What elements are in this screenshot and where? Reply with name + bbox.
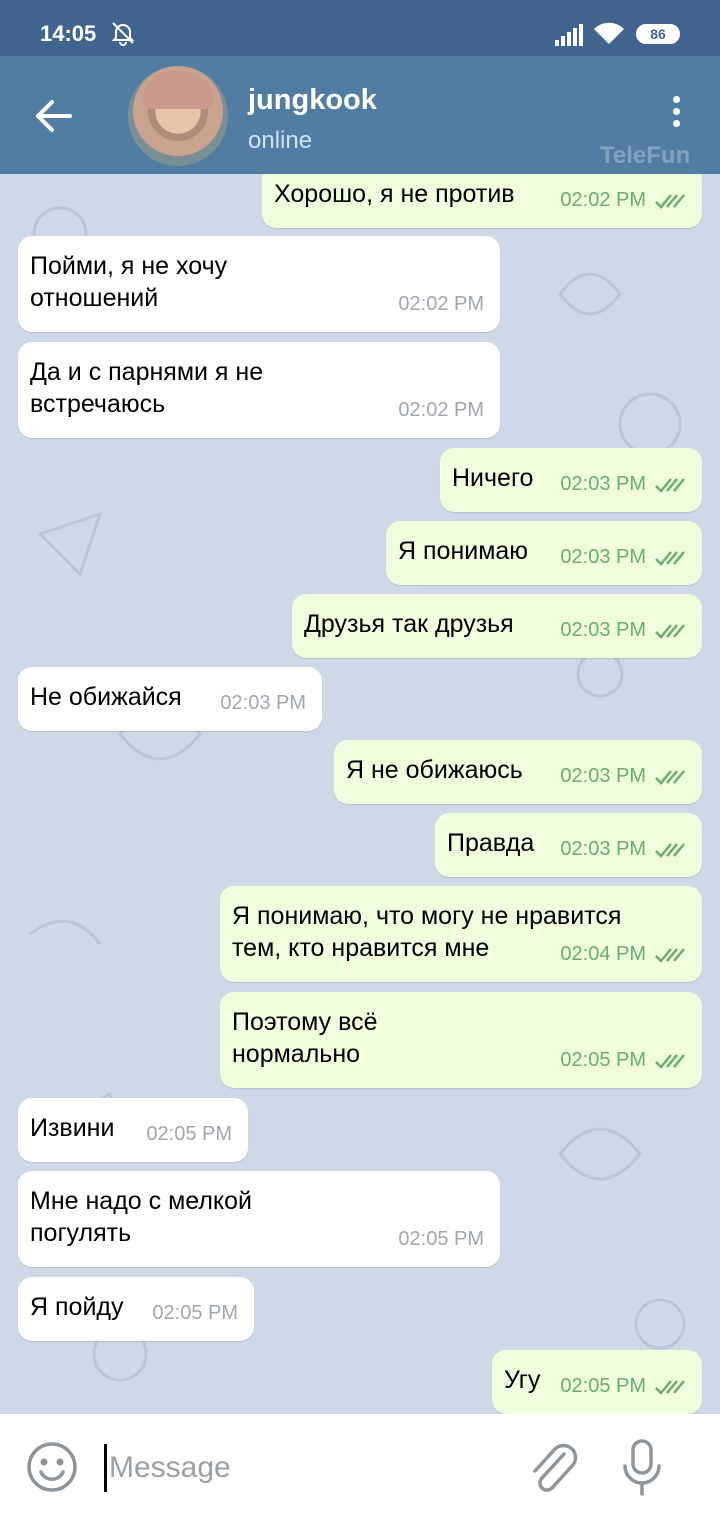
message-time: 02:03 PM xyxy=(560,765,646,787)
message-text: Угу xyxy=(504,1366,541,1394)
outgoing-message[interactable]: Я понимаю 02:03 PM xyxy=(386,521,702,585)
message-time: 02:02 PM xyxy=(398,293,484,315)
message-text: Не обижайся xyxy=(30,683,182,711)
bell-off-icon xyxy=(111,22,135,46)
double-check-icon xyxy=(655,478,685,493)
message-text: Я пойду xyxy=(30,1293,124,1321)
back-button[interactable] xyxy=(30,96,76,136)
message-text: Поэтому всё нормально xyxy=(232,1008,378,1068)
double-check-icon xyxy=(655,843,685,858)
battery-indicator: 86 xyxy=(636,24,680,44)
message-text: Ничего xyxy=(452,464,534,492)
message-list[interactable]: Хорошо, я не против 02:02 PM Пойми, я не х… xyxy=(0,174,720,1414)
online-status: online xyxy=(248,127,313,154)
outgoing-message[interactable]: Поэтому всё нормально 02:05 PM xyxy=(220,992,702,1088)
double-check-icon xyxy=(655,624,685,639)
more-vertical-icon xyxy=(672,96,680,103)
message-text: Хорошо, я не против xyxy=(274,180,515,208)
message-time: 02:03 PM xyxy=(560,619,646,641)
message-text: Да и с парнями я не встречаюсь xyxy=(30,358,264,418)
message-text: Друзья так друзья xyxy=(304,610,514,638)
message-text: Правда xyxy=(447,829,535,857)
status-bar: 14:05 86 xyxy=(0,0,720,56)
microphone-button[interactable] xyxy=(618,1438,666,1498)
message-time: 02:03 PM xyxy=(560,546,646,568)
wifi-icon xyxy=(594,22,624,44)
message-text: Пойми, я не хочу отношений xyxy=(30,252,228,312)
outgoing-message[interactable]: Правда 02:03 PM xyxy=(435,813,702,877)
message-text: Извини xyxy=(30,1114,115,1142)
message-input[interactable] xyxy=(104,1444,511,1492)
outgoing-message[interactable]: Друзья так друзья 02:03 PM xyxy=(292,594,702,658)
message-time: 02:05 PM xyxy=(152,1302,238,1324)
outgoing-message[interactable]: Угу 02:05 PM xyxy=(492,1350,702,1414)
outgoing-message[interactable]: Я не обижаюсь 02:03 PM xyxy=(334,740,702,804)
outgoing-message[interactable]: Ничего 02:03 PM xyxy=(440,448,702,512)
double-check-icon xyxy=(655,1380,685,1395)
message-time: 02:03 PM xyxy=(560,473,646,495)
status-time: 14:05 xyxy=(40,21,97,46)
attach-button[interactable] xyxy=(526,1440,580,1496)
double-check-icon xyxy=(655,770,685,785)
incoming-message[interactable]: Да и с парнями я не встречаюсь 02:02 PM xyxy=(18,342,500,438)
chat-title[interactable]: jungkook xyxy=(248,84,377,117)
message-time: 02:05 PM xyxy=(146,1123,232,1145)
avatar[interactable] xyxy=(128,66,228,166)
incoming-message[interactable]: Я пойду 02:05 PM xyxy=(18,1277,254,1341)
incoming-message[interactable]: Пойми, я не хочу отношений 02:02 PM xyxy=(18,236,500,332)
message-time: 02:03 PM xyxy=(220,692,306,714)
double-check-icon xyxy=(655,194,685,209)
chat-header: jungkook online TeleFun xyxy=(0,56,720,174)
double-check-icon xyxy=(655,1054,685,1069)
message-time: 02:04 PM xyxy=(560,943,646,965)
incoming-message[interactable]: Не обижайся 02:03 PM xyxy=(18,667,322,731)
message-text: Я понимаю xyxy=(398,537,529,565)
message-text: Мне надо с мелкой погулять xyxy=(30,1187,253,1247)
message-time: 02:05 PM xyxy=(560,1049,646,1071)
incoming-message[interactable]: Извини 02:05 PM xyxy=(18,1098,248,1162)
message-time: 02:03 PM xyxy=(560,838,646,860)
double-check-icon xyxy=(655,551,685,566)
watermark: TeleFun xyxy=(600,142,691,169)
compose-bar xyxy=(0,1414,720,1520)
message-text: Я не обижаюсь xyxy=(346,756,523,784)
message-time: 02:05 PM xyxy=(398,1228,484,1250)
message-time: 02:02 PM xyxy=(560,189,646,211)
outgoing-message[interactable]: Я понимаю, что могу не нравится тем, кто… xyxy=(220,886,702,982)
incoming-message[interactable]: Мне надо с мелкой погулять 02:05 PM xyxy=(18,1171,500,1267)
emoji-button[interactable] xyxy=(26,1441,78,1493)
signal-icon xyxy=(555,24,583,46)
message-time: 02:05 PM xyxy=(560,1375,646,1397)
outgoing-message[interactable]: Хорошо, я не против 02:02 PM xyxy=(262,174,702,228)
double-check-icon xyxy=(655,948,685,963)
more-options-button[interactable] xyxy=(664,96,688,136)
message-time: 02:02 PM xyxy=(398,399,484,421)
